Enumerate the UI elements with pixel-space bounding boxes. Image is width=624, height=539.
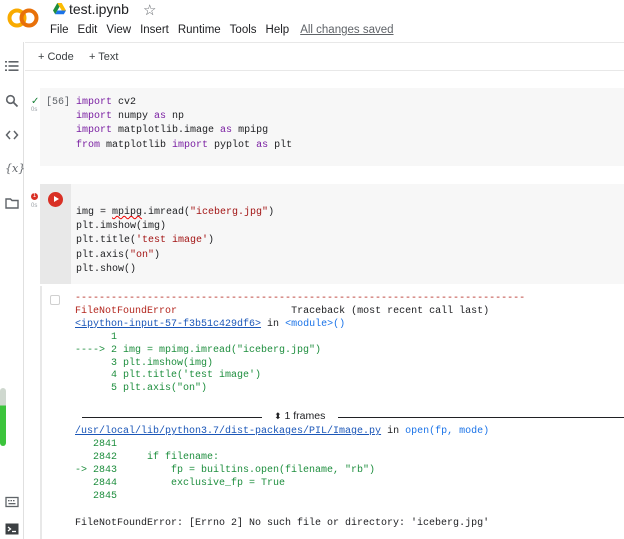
traceback-output: ----------------------------------------… bbox=[75, 293, 525, 396]
module-name: <module>() bbox=[285, 318, 346, 330]
code-line: plt.axis("on") bbox=[76, 249, 161, 261]
code-snippets-icon[interactable] bbox=[5, 128, 19, 142]
menu-runtime[interactable]: Runtime bbox=[178, 24, 221, 38]
add-text-button[interactable]: + Text bbox=[89, 51, 118, 63]
menu-tools[interactable]: Tools bbox=[230, 24, 257, 38]
code-editor-plot[interactable]: img = mpipg.imread("iceberg.jpg") plt.im… bbox=[76, 206, 274, 277]
in-word: in bbox=[387, 426, 400, 437]
notebook-toolbar: + Code + Text bbox=[25, 42, 624, 71]
code-line: img = mpipg.imread("iceberg.jpg") bbox=[76, 207, 275, 218]
traceback-line: 5 plt.axis("on") bbox=[75, 383, 208, 395]
traceback-line: 4 plt.title('test image') bbox=[75, 370, 262, 382]
traceback-line: 2841 bbox=[75, 438, 118, 450]
traceback-output-lib: /usr/local/lib/python3.7/dist-packages/P… bbox=[75, 426, 489, 503]
in-word: in bbox=[267, 318, 280, 330]
command-palette-icon[interactable] bbox=[5, 495, 19, 509]
traceback-line-current: -> 2843 fp = builtins.open(filename, "rb… bbox=[75, 464, 376, 476]
traceback-line: 2844 exclusive_fp = True bbox=[75, 477, 286, 489]
frames-divider-right bbox=[338, 417, 624, 418]
code-line: import matplotlib.image as mpipg bbox=[76, 125, 269, 137]
run-cell-button[interactable] bbox=[48, 192, 63, 207]
execution-time: 0s bbox=[31, 107, 38, 113]
library-path-link[interactable]: /usr/local/lib/python3.7/dist-packages/P… bbox=[75, 426, 381, 437]
menu-file[interactable]: File bbox=[50, 24, 69, 38]
expand-collapse-icon: ⬍ bbox=[274, 411, 282, 421]
error-badge: 1 bbox=[31, 193, 38, 200]
traceback-label: Traceback (most recent call last) bbox=[291, 305, 490, 317]
final-error-message: FileNotFoundError: [Errno 2] No such fil… bbox=[75, 518, 490, 529]
files-folder-icon[interactable] bbox=[5, 196, 19, 210]
traceback-line: 2842 if filename: bbox=[75, 451, 220, 463]
app-header: test.ipynb ☆ File Edit View Insert Runti… bbox=[0, 0, 624, 42]
menu-view[interactable]: View bbox=[106, 24, 131, 38]
traceback-line-current: ----> 2 img = mpimg.imread("iceberg.jpg"… bbox=[75, 344, 322, 356]
frames-label: 1 frames bbox=[284, 410, 326, 422]
code-editor-imports[interactable]: import cv2 import numpy as np import mat… bbox=[76, 96, 292, 153]
save-status-link[interactable]: All changes saved bbox=[300, 24, 393, 38]
ipython-input-link[interactable]: <ipython-input-57-f3b51c429df6> bbox=[75, 319, 261, 330]
variables-icon[interactable]: {x} bbox=[5, 162, 25, 176]
traceback-line: 3 plt.imshow(img) bbox=[75, 357, 214, 369]
code-line: plt.show() bbox=[76, 263, 137, 275]
code-line: plt.imshow(img) bbox=[76, 221, 167, 233]
error-name: FileNotFoundError bbox=[75, 305, 178, 317]
code-line: import numpy as np bbox=[76, 111, 185, 123]
add-code-button[interactable]: + Code bbox=[38, 51, 74, 63]
table-of-contents-icon[interactable] bbox=[5, 59, 19, 73]
menu-edit[interactable]: Edit bbox=[78, 24, 98, 38]
frames-divider-left bbox=[82, 417, 262, 418]
traceback-dashes: ----------------------------------------… bbox=[75, 293, 526, 304]
code-line: from matplotlib import pyplot as plt bbox=[76, 139, 293, 151]
success-check-icon: ✓ bbox=[31, 96, 40, 107]
terminal-icon[interactable] bbox=[5, 522, 19, 536]
left-sidebar: {x} bbox=[0, 42, 25, 539]
sidebar-scrollbar[interactable] bbox=[0, 388, 6, 446]
function-name: open(fp, mode) bbox=[405, 426, 490, 437]
collapsed-frames-toggle[interactable]: ⬍ 1 frames bbox=[274, 410, 325, 422]
star-icon[interactable]: ☆ bbox=[143, 1, 156, 19]
code-line: plt.title('test image') bbox=[76, 235, 215, 247]
google-drive-icon bbox=[53, 3, 66, 15]
menu-bar: File Edit View Insert Runtime Tools Help… bbox=[50, 24, 403, 38]
menu-insert[interactable]: Insert bbox=[140, 24, 169, 38]
notebook-title[interactable]: test.ipynb bbox=[69, 1, 129, 17]
search-icon[interactable] bbox=[5, 94, 19, 108]
colab-logo-icon[interactable] bbox=[6, 7, 40, 29]
code-line: import cv2 bbox=[76, 97, 137, 108]
execution-time: 0s bbox=[31, 203, 38, 209]
output-actions-icon[interactable] bbox=[50, 295, 60, 305]
traceback-line: 2845 bbox=[75, 490, 118, 502]
traceback-line: 1 bbox=[75, 331, 118, 343]
execution-count: [56] bbox=[46, 97, 71, 108]
menu-help[interactable]: Help bbox=[266, 24, 290, 38]
